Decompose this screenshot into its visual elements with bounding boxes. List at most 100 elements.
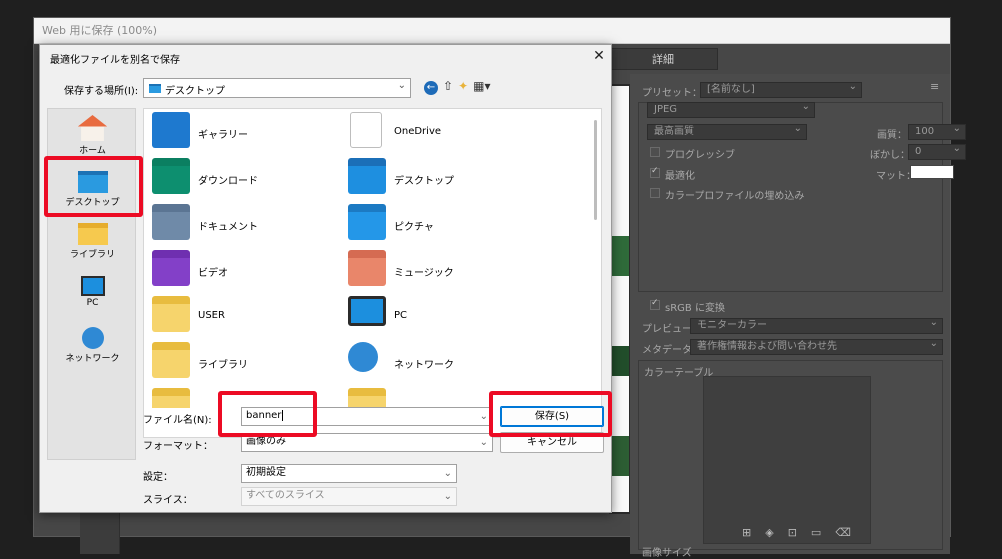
save-button[interactable]: 保存(S): [500, 406, 604, 427]
file-name: ギャラリー: [198, 130, 248, 141]
list-item-videos[interactable]: ビデオ: [146, 250, 346, 290]
filename-input[interactable]: banner ⌄: [241, 407, 493, 426]
optimize-checkbox[interactable]: [650, 166, 660, 178]
view-menu-icon[interactable]: ▦▾: [473, 79, 490, 93]
place-desktop[interactable]: デスクトップ: [48, 171, 137, 208]
format-select[interactable]: 画像のみ ⌄: [241, 433, 493, 452]
chevron-down-icon: ⌄: [479, 411, 488, 422]
place-home[interactable]: ホーム: [48, 115, 137, 156]
tab-detail[interactable]: 詳細: [608, 48, 718, 70]
quality-preset-select[interactable]: 最高画質: [647, 122, 807, 140]
place-network[interactable]: ネットワーク: [48, 327, 137, 364]
embed-profile-checkbox[interactable]: [650, 188, 660, 198]
place-library[interactable]: ライブラリ: [48, 223, 137, 260]
blur-label: ぼかし：: [870, 150, 910, 161]
file-name: PC: [394, 310, 408, 321]
list-item-downloads[interactable]: ダウンロード: [146, 158, 346, 198]
music-folder-icon: [348, 250, 386, 286]
cancel-button[interactable]: キャンセル: [500, 432, 604, 453]
pc-icon: [80, 276, 105, 296]
place-label: デスクトップ: [65, 198, 120, 208]
location-label: 保存する場所(I):: [64, 86, 139, 97]
folder-icon: [348, 388, 386, 408]
nav-toolbar: ← ⇧ ✦ ▦▾: [424, 79, 496, 95]
up-folder-icon[interactable]: ⇧: [443, 79, 453, 93]
preview-graphic: [611, 236, 629, 276]
progressive-checkbox[interactable]: [650, 147, 660, 157]
color-table: [703, 376, 871, 544]
preset-select[interactable]: [名前なし]: [700, 80, 862, 98]
slice-value: すべてのスライス: [246, 490, 325, 501]
quality-label: 画質：: [877, 130, 907, 141]
preview-select[interactable]: モニターカラー: [690, 316, 943, 334]
file-name: ネットワーク: [394, 360, 454, 371]
new-folder-icon[interactable]: ✦: [458, 79, 468, 93]
desktop-folder-icon: [149, 84, 161, 93]
file-name: デスクトップ: [394, 176, 454, 187]
location-select[interactable]: デスクトップ ⌄: [143, 78, 411, 98]
back-icon[interactable]: ←: [424, 81, 438, 95]
matte-color-swatch[interactable]: [910, 165, 954, 179]
file-name: OneDrive: [394, 126, 442, 137]
list-item-network[interactable]: ネットワーク: [342, 342, 542, 382]
folder-icon: [152, 296, 190, 332]
file-name: USER: [198, 310, 225, 321]
home-icon: [77, 115, 108, 141]
library-folder-icon: [152, 342, 190, 378]
location-value: デスクトップ: [165, 86, 225, 97]
file-name: ダウンロード: [198, 176, 258, 187]
pictures-folder-icon: [348, 204, 386, 240]
place-label: ライブラリ: [69, 250, 115, 260]
embed-profile-label: カラープロファイルの埋め込み: [665, 191, 805, 202]
window-title: Web 用に保存 (100%): [34, 18, 950, 44]
quality-input[interactable]: 100: [908, 122, 966, 140]
metadata-select[interactable]: 著作権情報および問い合わせ先: [690, 337, 943, 355]
list-item-gallery[interactable]: ギャラリー: [146, 112, 346, 152]
file-name: ライブラリ: [198, 360, 248, 371]
desktop-icon: [77, 171, 108, 193]
preset-label: プリセット：: [642, 88, 702, 99]
scrollbar[interactable]: [594, 120, 597, 220]
dialog-title: 最適化ファイルを別名で保存: [50, 55, 180, 66]
format-value: 画像のみ: [246, 436, 286, 447]
chevron-down-icon: ⌄: [479, 437, 488, 448]
filename-value: banner: [246, 410, 282, 421]
panel-menu-icon[interactable]: ≡: [930, 80, 939, 93]
srgb-label: sRGB に変換: [665, 303, 725, 314]
blur-input[interactable]: 0: [908, 142, 966, 160]
image-size-label: 画像サイズ: [642, 548, 692, 559]
list-item-music[interactable]: ミュージック: [342, 250, 542, 290]
list-item-pc[interactable]: PC: [342, 296, 542, 336]
video-folder-icon: [152, 250, 190, 286]
file-name: ドキュメント: [198, 222, 258, 233]
progressive-label: プログレッシブ: [665, 150, 735, 161]
image-preview: [609, 84, 631, 514]
library-folder-icon: [77, 223, 108, 245]
list-item-pictures[interactable]: ピクチャ: [342, 204, 542, 244]
download-folder-icon: [152, 158, 190, 194]
place-label: ネットワーク: [65, 354, 120, 364]
slice-select[interactable]: すべてのスライス ⌄: [241, 487, 457, 506]
list-item-documents[interactable]: ドキュメント: [146, 204, 346, 244]
network-icon: [81, 327, 104, 349]
desktop-folder-icon: [348, 158, 386, 194]
network-icon: [348, 342, 378, 372]
list-item-user[interactable]: USER: [146, 296, 346, 336]
place-label: ホーム: [79, 146, 106, 156]
srgb-checkbox[interactable]: [650, 298, 660, 310]
settings-select[interactable]: 初期設定 ⌄: [241, 464, 457, 483]
list-item-partial[interactable]: [342, 388, 542, 408]
format-select[interactable]: JPEG: [647, 100, 815, 118]
file-name: ピクチャ: [394, 222, 434, 233]
list-item-partial[interactable]: [146, 388, 346, 408]
list-item-library[interactable]: ライブラリ: [146, 342, 346, 382]
list-item-desktop[interactable]: デスクトップ: [342, 158, 542, 198]
close-icon[interactable]: ✕: [590, 47, 608, 65]
list-item-onedrive[interactable]: OneDrive: [342, 112, 542, 152]
pc-icon: [348, 296, 386, 326]
chevron-down-icon: ⌄: [397, 80, 406, 91]
file-name: ミュージック: [394, 268, 454, 279]
file-name: ビデオ: [198, 268, 228, 279]
place-label: PC: [86, 298, 99, 308]
place-pc[interactable]: PC: [48, 276, 137, 308]
